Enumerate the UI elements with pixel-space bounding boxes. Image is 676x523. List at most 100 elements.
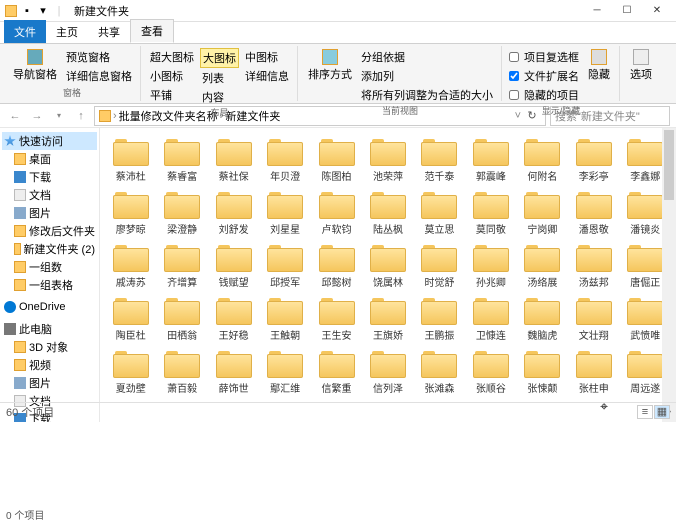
folder-item[interactable]: 陆丛枫 bbox=[363, 187, 412, 238]
nav-pane-button[interactable]: 导航窗格 bbox=[10, 48, 60, 86]
tree-desktop[interactable]: 桌面 bbox=[2, 150, 97, 168]
layout-list[interactable]: 列表 bbox=[200, 69, 239, 87]
folder-item[interactable]: 孙兆卿 bbox=[466, 240, 515, 291]
tab-view[interactable]: 查看 bbox=[130, 19, 174, 43]
folder-item[interactable]: 邱懿树 bbox=[312, 240, 361, 291]
chk-file-ext[interactable]: 文件扩展名 bbox=[509, 67, 581, 85]
minimize-button[interactable]: ─ bbox=[582, 1, 612, 21]
layout-details[interactable]: 详细信息 bbox=[243, 67, 291, 85]
folder-item[interactable]: 时觉舒 bbox=[415, 240, 464, 291]
tree-downloads[interactable]: 下载 bbox=[2, 168, 97, 186]
folder-item[interactable]: 郭震峰 bbox=[466, 134, 515, 185]
folder-item[interactable]: 梁澄静 bbox=[157, 187, 206, 238]
folder-item[interactable]: 蔡睿富 bbox=[157, 134, 206, 185]
folder-item[interactable]: 王生安 bbox=[312, 293, 361, 344]
folder-item[interactable]: 卢软钧 bbox=[312, 187, 361, 238]
options-button[interactable]: 选项 bbox=[627, 48, 655, 99]
folder-item[interactable]: 汤络展 bbox=[518, 240, 567, 291]
folder-item[interactable]: 陈图柏 bbox=[312, 134, 361, 185]
folder-item[interactable]: 戚涛苏 bbox=[106, 240, 155, 291]
details-pane-button[interactable]: 详细信息窗格 bbox=[64, 67, 134, 85]
folder-item[interactable]: 刘舒发 bbox=[209, 187, 258, 238]
tree-recent-2[interactable]: 新建文件夹 (2) bbox=[2, 240, 97, 258]
folder-item[interactable]: 张滩森 bbox=[415, 346, 464, 397]
chk-hidden-items[interactable]: 隐藏的项目 bbox=[509, 86, 581, 104]
folder-item[interactable]: 邱授军 bbox=[260, 240, 309, 291]
folder-item[interactable]: 信列泽 bbox=[363, 346, 412, 397]
tree-recent-4[interactable]: 一组表格 bbox=[2, 276, 97, 294]
layout-content[interactable]: 内容 bbox=[200, 88, 239, 106]
back-button[interactable]: ← bbox=[6, 107, 24, 125]
folder-item[interactable]: 汤兹邦 bbox=[569, 240, 618, 291]
folder-item[interactable]: 潘恩敬 bbox=[569, 187, 618, 238]
folder-item[interactable]: 王好稳 bbox=[209, 293, 258, 344]
folder-item[interactable]: 李彩亭 bbox=[569, 134, 618, 185]
view-details-button[interactable]: ≡ bbox=[637, 405, 653, 419]
nav-tree[interactable]: 快速访问 桌面 下载 文档 图片 修改后文件夹 新建文件夹 (2) 一组数 一组… bbox=[0, 128, 100, 422]
folder-item[interactable]: 廖梦晾 bbox=[106, 187, 155, 238]
folder-item[interactable]: 年贝澄 bbox=[260, 134, 309, 185]
tab-file[interactable]: 文件 bbox=[4, 20, 46, 43]
layout-md[interactable]: 中图标 bbox=[243, 48, 291, 66]
layout-tiles[interactable]: 平铺 bbox=[148, 86, 196, 104]
qat-btn[interactable]: ▾ bbox=[36, 4, 50, 18]
sort-button[interactable]: 排序方式 bbox=[305, 48, 355, 104]
tree-recent-3[interactable]: 一组数 bbox=[2, 258, 97, 276]
scroll-thumb[interactable] bbox=[664, 130, 674, 200]
folder-item[interactable]: 卫慷连 bbox=[466, 293, 515, 344]
tree-pictures-2[interactable]: 图片 bbox=[2, 374, 97, 392]
folder-item[interactable]: 张顺谷 bbox=[466, 346, 515, 397]
tree-3dobjects[interactable]: 3D 对象 bbox=[2, 338, 97, 356]
tree-documents[interactable]: 文档 bbox=[2, 186, 97, 204]
add-columns-button[interactable]: 添加列 bbox=[359, 67, 495, 85]
tab-share[interactable]: 共享 bbox=[88, 20, 130, 43]
folder-item[interactable]: 莫同敬 bbox=[466, 187, 515, 238]
folder-item[interactable]: 池荣萍 bbox=[363, 134, 412, 185]
folder-content-area[interactable]: 蔡沛杜蔡睿富蔡社保年贝澄陈图柏池荣萍范千泰郭震峰何附名李彩亭李鑫娜廖梦晾梁澄静刘… bbox=[100, 128, 676, 422]
tree-thispc[interactable]: 此电脑 bbox=[2, 320, 97, 338]
tree-recent-1[interactable]: 修改后文件夹 bbox=[2, 222, 97, 240]
folder-item[interactable]: 莫立思 bbox=[415, 187, 464, 238]
folder-item[interactable]: 萧百毅 bbox=[157, 346, 206, 397]
folder-item[interactable]: 钱赋望 bbox=[209, 240, 258, 291]
maximize-button[interactable]: ☐ bbox=[612, 1, 642, 21]
tree-pictures[interactable]: 图片 bbox=[2, 204, 97, 222]
folder-item[interactable]: 何附名 bbox=[518, 134, 567, 185]
fit-columns-button[interactable]: 将所有列调整为合适的大小 bbox=[359, 86, 495, 104]
folder-item[interactable]: 蔡沛杜 bbox=[106, 134, 155, 185]
layout-xl[interactable]: 超大图标 bbox=[148, 48, 196, 66]
folder-item[interactable]: 齐增算 bbox=[157, 240, 206, 291]
folder-item[interactable]: 饶属林 bbox=[363, 240, 412, 291]
qat-btn[interactable]: ▪ bbox=[20, 4, 34, 18]
folder-item[interactable]: 薛饰世 bbox=[209, 346, 258, 397]
close-button[interactable]: ✕ bbox=[642, 1, 672, 21]
forward-button[interactable]: → bbox=[28, 107, 46, 125]
preview-pane-button[interactable]: 预览窗格 bbox=[64, 48, 134, 66]
folder-item[interactable]: 张悚颠 bbox=[518, 346, 567, 397]
tree-quick-access[interactable]: 快速访问 bbox=[2, 132, 97, 150]
folder-item[interactable]: 范千泰 bbox=[415, 134, 464, 185]
up-button[interactable]: ↑ bbox=[72, 107, 90, 125]
tab-home[interactable]: 主页 bbox=[46, 20, 88, 43]
layout-lg[interactable]: 大图标 bbox=[200, 48, 239, 68]
folder-item[interactable]: 文壮翔 bbox=[569, 293, 618, 344]
folder-item[interactable]: 宁岗卿 bbox=[518, 187, 567, 238]
tree-videos[interactable]: 视频 bbox=[2, 356, 97, 374]
folder-item[interactable]: 魏脑虎 bbox=[518, 293, 567, 344]
folder-item[interactable]: 刘星星 bbox=[260, 187, 309, 238]
folder-item[interactable]: 蔡社保 bbox=[209, 134, 258, 185]
folder-item[interactable]: 陶臣杜 bbox=[106, 293, 155, 344]
tree-onedrive[interactable]: OneDrive bbox=[2, 300, 97, 314]
folder-item[interactable]: 鄢汇维 bbox=[260, 346, 309, 397]
view-icons-button[interactable]: ▦ bbox=[654, 405, 670, 419]
vertical-scrollbar[interactable]: ▴ ▾ bbox=[662, 128, 676, 422]
recent-dropdown[interactable]: ▾ bbox=[50, 107, 68, 125]
folder-item[interactable]: 王触朝 bbox=[260, 293, 309, 344]
folder-item[interactable]: 王旗娇 bbox=[363, 293, 412, 344]
folder-item[interactable]: 张柱申 bbox=[569, 346, 618, 397]
folder-item[interactable]: 王鹏振 bbox=[415, 293, 464, 344]
folder-item[interactable]: 信繁重 bbox=[312, 346, 361, 397]
hide-items-button[interactable]: 隐藏 bbox=[585, 48, 613, 104]
group-by-button[interactable]: 分组依据 bbox=[359, 48, 495, 66]
layout-sm[interactable]: 小图标 bbox=[148, 67, 196, 85]
